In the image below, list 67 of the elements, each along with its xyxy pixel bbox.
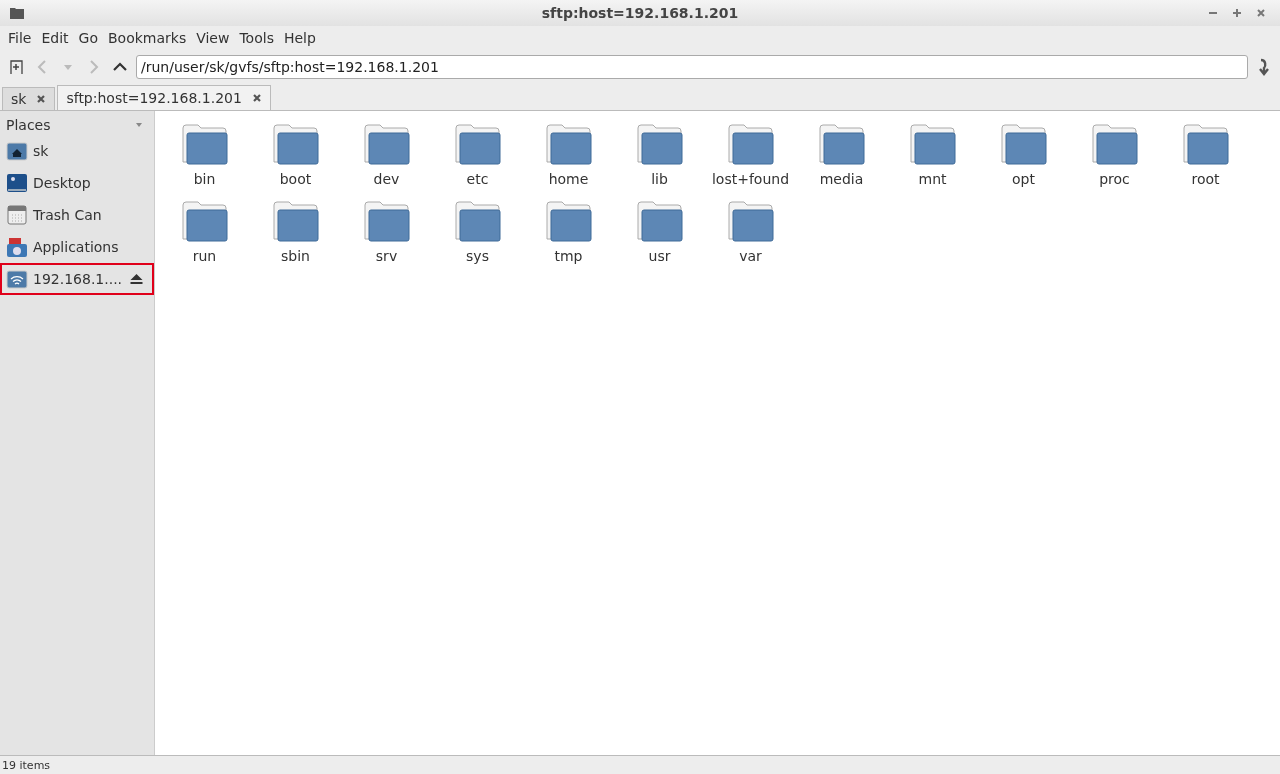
sidebar-item[interactable]: Applications [0, 231, 154, 263]
folder-icon [454, 123, 501, 165]
folder-item[interactable]: bin [159, 123, 250, 200]
home-folder-icon [6, 140, 28, 162]
folder-item[interactable]: home [523, 123, 614, 200]
folder-icon [454, 200, 501, 242]
menu-item[interactable]: Help [278, 30, 321, 46]
folder-icon [272, 200, 319, 242]
menu-item[interactable]: Tools [234, 30, 279, 46]
folder-item[interactable]: var [705, 200, 796, 277]
menu-item[interactable]: File [3, 30, 37, 46]
trash-can-icon [6, 204, 28, 226]
folder-icon [545, 123, 592, 165]
menu-item[interactable]: Bookmarks [103, 30, 192, 46]
folder-item[interactable]: lost+found [705, 123, 796, 200]
folder-item[interactable]: run [159, 200, 250, 277]
folder-icon [818, 123, 865, 165]
folder-icon [909, 123, 956, 165]
folder-icon [181, 123, 228, 165]
folder-icon [727, 123, 774, 165]
eject-icon[interactable] [129, 273, 144, 285]
sidebar-item[interactable]: sk [0, 135, 154, 167]
desktop-icon [6, 172, 28, 194]
tab[interactable]: sftp:host=192.168.1.201 [57, 85, 271, 110]
folder-item[interactable]: etc [432, 123, 523, 200]
folder-icon [636, 123, 683, 165]
folder-icon [636, 200, 683, 242]
close-icon[interactable] [251, 93, 262, 103]
applications-icon [6, 236, 28, 258]
close-icon[interactable] [1256, 8, 1266, 18]
folder-item[interactable]: srv [341, 200, 432, 277]
folder-item[interactable]: sbin [250, 200, 341, 277]
folder-item[interactable]: media [796, 123, 887, 200]
status-text: 19 items [2, 758, 51, 772]
folder-icon [1091, 123, 1138, 165]
app-folder-icon [9, 5, 25, 21]
maximize-icon[interactable] [1232, 8, 1242, 18]
folder-item[interactable]: tmp [523, 200, 614, 277]
folder-item[interactable]: sys [432, 200, 523, 277]
menu-item[interactable]: Go [73, 30, 103, 46]
folder-item[interactable]: opt [978, 123, 1069, 200]
folder-icon [1000, 123, 1047, 165]
tab[interactable]: sk [2, 87, 56, 110]
folder-item[interactable]: mnt [887, 123, 978, 200]
folder-item[interactable]: dev [341, 123, 432, 200]
menu-item[interactable]: View [191, 30, 235, 46]
network-folder-icon [6, 268, 28, 290]
folder-item[interactable]: boot [250, 123, 341, 200]
places-heading: Places [6, 117, 51, 133]
window-title: sftp:host=192.168.1.201 [540, 5, 740, 21]
menu-item[interactable]: Edit [36, 30, 74, 46]
folder-icon [727, 200, 774, 242]
sidebar-item[interactable]: Trash Can [0, 199, 154, 231]
close-icon[interactable] [36, 94, 47, 104]
sidebar-item[interactable]: Desktop [0, 167, 154, 199]
folder-icon [363, 123, 410, 165]
folder-item[interactable]: lib [614, 123, 705, 200]
sidebar-item[interactable]: 192.168.1.... [0, 263, 154, 295]
folder-item[interactable]: root [1160, 123, 1251, 200]
location-field[interactable]: /run/user/sk/gvfs/sftp:host=192.168.1.201 [136, 55, 1248, 79]
folder-icon [181, 200, 228, 242]
folder-item[interactable]: proc [1069, 123, 1160, 200]
folder-icon [545, 200, 592, 242]
folder-icon [363, 200, 410, 242]
folder-icon [272, 123, 319, 165]
folder-icon [1182, 123, 1229, 165]
folder-item[interactable]: usr [614, 200, 705, 277]
